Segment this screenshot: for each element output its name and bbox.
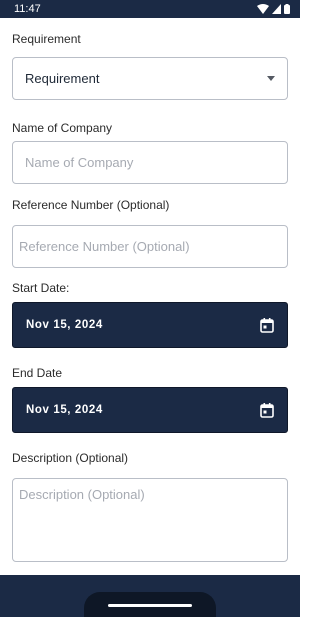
- end-date-label: End Date: [12, 366, 63, 380]
- end-date-picker[interactable]: Nov 15, 2024: [12, 387, 288, 433]
- start-date-label: Start Date:: [12, 281, 70, 295]
- home-indicator[interactable]: [108, 604, 192, 607]
- description-label: Description (Optional): [12, 451, 129, 465]
- start-date-picker[interactable]: Nov 15, 2024: [12, 302, 288, 348]
- end-date-value: Nov 15, 2024: [26, 404, 103, 416]
- calendar-icon: [260, 317, 274, 333]
- status-bar: 11:47: [0, 0, 300, 18]
- status-icons: [257, 4, 290, 14]
- requirement-dropdown-value: Requirement: [25, 71, 100, 86]
- requirement-dropdown[interactable]: Requirement: [12, 57, 288, 100]
- reference-label: Reference Number (Optional): [12, 198, 170, 212]
- description-input[interactable]: [19, 487, 281, 557]
- start-date-value: Nov 15, 2024: [26, 319, 103, 331]
- calendar-icon: [260, 402, 274, 418]
- company-field-wrapper: [12, 141, 288, 184]
- chevron-down-icon: [267, 76, 275, 81]
- reference-field-wrapper: [12, 225, 288, 268]
- wifi-icon: [257, 4, 269, 14]
- company-label: Name of Company: [12, 121, 113, 135]
- status-time: 11:47: [14, 3, 41, 15]
- battery-icon: [284, 4, 290, 14]
- description-field-wrapper: [12, 478, 288, 562]
- company-input[interactable]: [25, 155, 275, 170]
- requirement-label: Requirement: [12, 32, 81, 46]
- reference-input[interactable]: [19, 239, 281, 254]
- signal-icon: [272, 4, 281, 14]
